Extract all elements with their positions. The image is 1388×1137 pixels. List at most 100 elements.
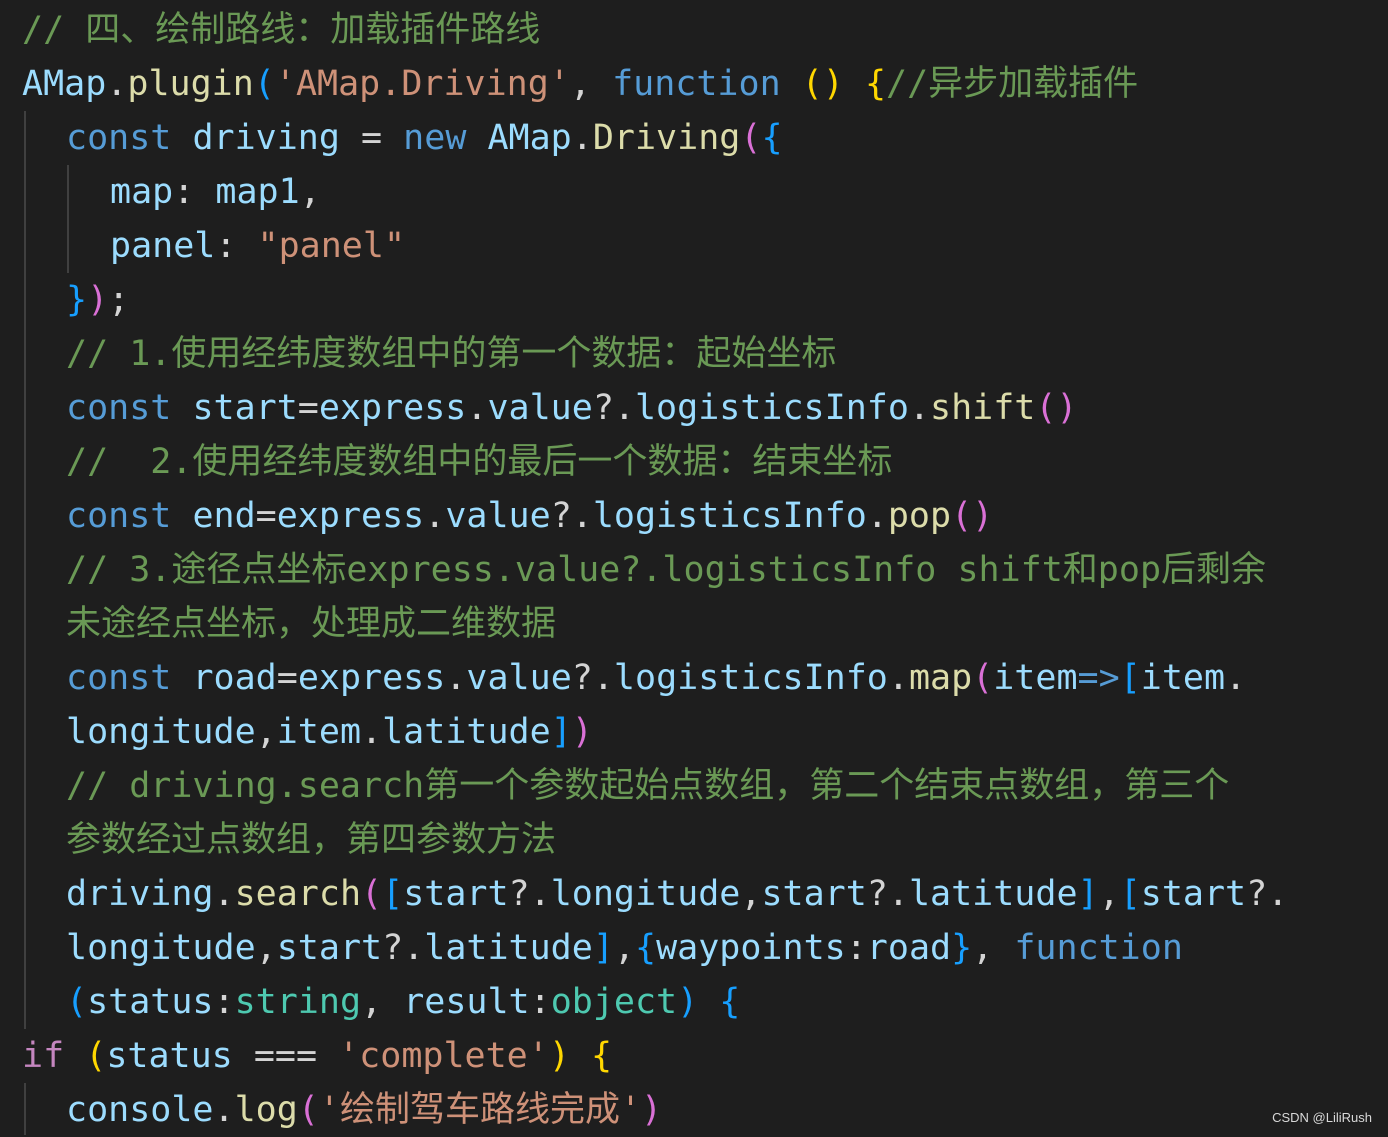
code-token-control: if [22, 1036, 65, 1076]
code-line[interactable]: (status:string, result:object) { [66, 975, 740, 1029]
code-token-plain: : [529, 982, 551, 1022]
code-token-plain: : [173, 172, 216, 212]
code-token-variable: start [192, 388, 298, 428]
code-token-comment: // 3.途径点坐标express.value?.logisticsInfo s… [66, 550, 1267, 590]
code-token-function: shift [930, 388, 1036, 428]
code-token-plain: ?. [550, 496, 593, 536]
code-line[interactable]: // 四、绘制路线：加载插件路线 [22, 3, 540, 57]
code-token-variable: start [403, 874, 509, 914]
code-token-keyword: => [1077, 658, 1120, 698]
code-token-bracket3: [ [382, 874, 404, 914]
code-line[interactable]: const end=express.value?.logisticsInfo.p… [66, 489, 993, 543]
code-token-plain: . [213, 1090, 235, 1130]
code-token-plain: , [569, 64, 613, 104]
code-token-function: pop [887, 496, 952, 536]
code-token-keyword: const [66, 388, 172, 428]
code-token-plain: : [215, 226, 258, 266]
code-line[interactable]: map: map1, [110, 165, 321, 219]
code-line[interactable]: 参数经过点数组，第四参数方法 [66, 813, 556, 867]
code-token-plain: . [571, 118, 593, 158]
code-token-plain: ?. [866, 874, 909, 914]
code-token-keyword: const [66, 496, 172, 536]
code-token-function: plugin [127, 64, 254, 104]
code-token-bracket2: () [951, 496, 994, 536]
code-token-variable: console [66, 1090, 214, 1130]
code-token-variable: longitude [66, 712, 256, 752]
code-token-variable: driving [66, 874, 214, 914]
code-line[interactable]: 未途经点坐标，处理成二维数据 [66, 597, 556, 651]
code-line[interactable]: longitude,item.latitude]) [66, 705, 593, 759]
code-line[interactable]: const road=express.value?.logisticsInfo.… [66, 651, 1246, 705]
code-token-bracket2: ( [740, 118, 762, 158]
code-line[interactable]: }); [66, 273, 129, 327]
code-token-plain: : [845, 928, 867, 968]
code-token-bracket2: ) [641, 1090, 663, 1130]
code-token-variable: start [276, 928, 383, 968]
code-line[interactable]: // driving.search第一个参数起始点数组，第二个结束点数组，第三个 [66, 759, 1229, 813]
code-token-comment: //异步加载插件 [886, 64, 1139, 104]
code-token-bracket2: ( [361, 874, 383, 914]
code-token-variable: latitude [908, 874, 1078, 914]
code-token-variable: road [866, 928, 952, 968]
code-token-bracket3: [ [1119, 874, 1141, 914]
code-token-function: search [234, 874, 362, 914]
code-token-plain: ?. [382, 928, 425, 968]
code-token-variable: item [993, 658, 1078, 698]
code-line[interactable]: // 3.途径点坐标express.value?.logisticsInfo s… [66, 543, 1266, 597]
code-token-plain: ?. [508, 874, 551, 914]
code-token-variable: latitude [382, 712, 551, 752]
code-line[interactable]: // 1.使用经纬度数组中的第一个数据：起始坐标 [66, 327, 836, 381]
code-token-bracket3: { [634, 928, 657, 968]
code-token-keyword: new [403, 118, 467, 158]
code-token-variable: start [761, 874, 867, 914]
code-token-variable: express [297, 658, 446, 698]
code-line[interactable]: const driving = new AMap.Driving({ [66, 111, 783, 165]
code-token-bracket3: ( [253, 64, 275, 104]
code-token-function: map [908, 658, 973, 698]
code-token-bracket3: ] [1077, 874, 1099, 914]
code-token-comment: // 2.使用经纬度数组中的最后一个数据：结束坐标 [66, 442, 893, 482]
code-line[interactable]: console.log('绘制驾车路线完成') [66, 1083, 662, 1137]
code-token-bracket1: () [801, 64, 844, 104]
code-token-bracket1: ( [85, 1036, 107, 1076]
code-line[interactable]: driving.search([start?.longitude,start?.… [66, 867, 1288, 921]
code-token-string: 'complete' [338, 1036, 549, 1076]
code-token-plain: : [213, 982, 235, 1022]
code-line[interactable]: const start=express.value?.logisticsInfo… [66, 381, 1078, 435]
code-token-variable: AMap [22, 64, 107, 104]
code-token-bracket3: { [761, 118, 783, 158]
code-token-bracket1: { [590, 1036, 613, 1076]
code-token-plain: ?. [1246, 874, 1289, 914]
code-token-bracket1: { [864, 64, 887, 104]
code-token-plain: ; [108, 280, 130, 320]
code-token-bracket3: ] [550, 712, 572, 752]
code-editor[interactable]: // 四、绘制路线：加载插件路线 AMap.plugin('AMap.Drivin… [0, 0, 1388, 1135]
code-token-bracket3: { [719, 982, 741, 1022]
code-token-variable: waypoints [656, 928, 846, 968]
code-token-type: string [234, 982, 362, 1022]
code-token-plain: . [887, 658, 909, 698]
code-token-keyword: const [66, 658, 172, 698]
code-token-plain: . [1225, 658, 1247, 698]
code-token-bracket2: ) [571, 712, 593, 752]
indent-guide [24, 1083, 26, 1135]
code-line[interactable]: if (status === 'complete') { [22, 1029, 612, 1083]
code-token-bracket3: [ [1119, 658, 1141, 698]
code-token-variable: status [106, 1036, 233, 1076]
code-token-plain: . [361, 712, 383, 752]
code-line[interactable]: longitude,start?.latitude],{waypoints:ro… [66, 921, 1183, 975]
code-line[interactable]: AMap.plugin('AMap.Driving', function () … [22, 57, 1138, 111]
code-line[interactable]: // 2.使用经纬度数组中的最后一个数据：结束坐标 [66, 435, 892, 489]
code-line[interactable]: panel: "panel" [110, 219, 405, 273]
code-token-variable: item [276, 712, 362, 752]
watermark-text: CSDN @LiliRush [1272, 1110, 1372, 1125]
code-token-plain: ?. [571, 658, 614, 698]
code-token-plain: , [740, 874, 762, 914]
code-token-plain: , [255, 928, 277, 968]
